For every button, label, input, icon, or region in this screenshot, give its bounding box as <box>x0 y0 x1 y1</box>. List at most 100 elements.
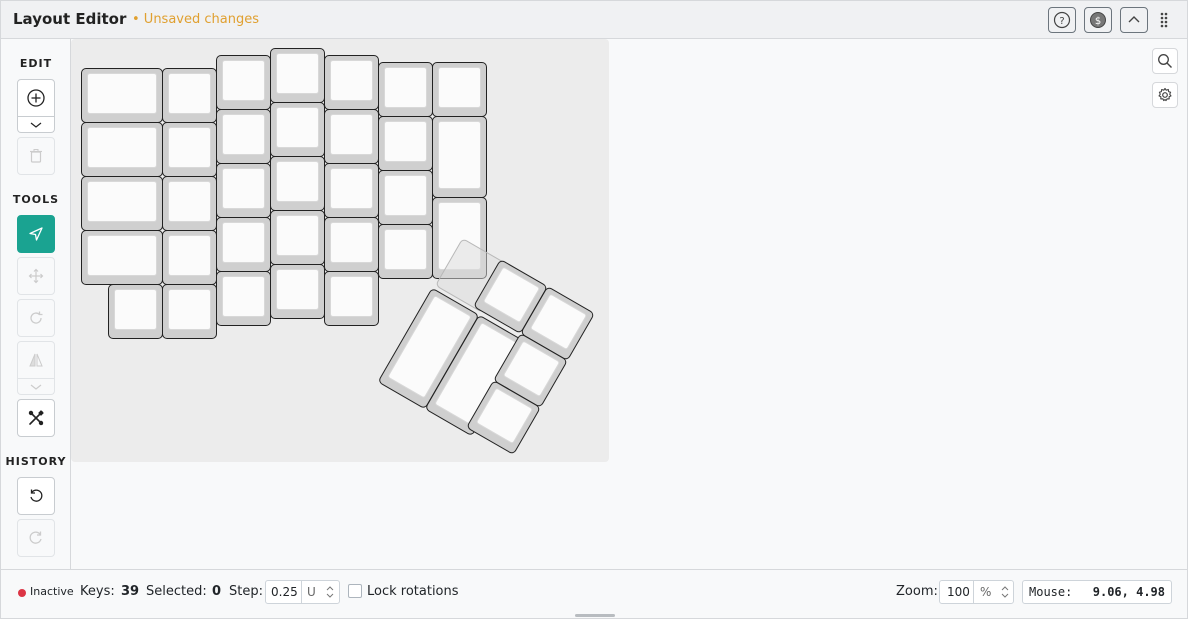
key[interactable] <box>378 62 433 117</box>
key[interactable] <box>162 68 217 123</box>
zoom-value: 100 <box>947 585 970 599</box>
stepper-icon[interactable] <box>999 584 1011 600</box>
edit-section-label: EDIT <box>19 57 53 70</box>
zoom-unit: % <box>980 585 992 599</box>
select-tool-button[interactable] <box>17 215 55 253</box>
mouse-value: 9.06, 4.98 <box>1092 585 1165 599</box>
status-state: Inactive <box>30 585 74 598</box>
svg-text:?: ? <box>1059 16 1064 27</box>
key[interactable] <box>270 102 325 157</box>
svg-text:$: $ <box>1095 16 1101 27</box>
undo-icon <box>30 489 43 502</box>
lock-rotations-label: Lock rotations <box>367 584 459 599</box>
redo-button[interactable] <box>17 519 55 557</box>
key[interactable] <box>378 170 433 225</box>
layout-canvas[interactable] <box>71 39 609 462</box>
mouse-coordinates: Mouse: 9.06, 4.98 <box>1022 580 1172 604</box>
search-button[interactable] <box>1152 48 1178 74</box>
status-bar: Inactive Keys: 39 Selected: 0 Step: 0.25… <box>1 569 1187 613</box>
rotate-tool-button[interactable] <box>17 299 55 337</box>
key[interactable] <box>432 116 487 198</box>
move-icon <box>28 268 44 284</box>
key[interactable] <box>216 55 271 110</box>
key[interactable] <box>216 109 271 164</box>
rotate-icon <box>30 311 43 324</box>
keys-label: Keys: <box>80 584 115 599</box>
help-icon: ? <box>1053 11 1071 29</box>
key[interactable] <box>324 163 379 218</box>
divider <box>301 581 302 603</box>
divider <box>973 581 974 603</box>
mouse-label: Mouse: <box>1029 585 1073 599</box>
help-button[interactable]: ? <box>1048 7 1076 33</box>
step-value: 0.25 <box>271 585 298 599</box>
mirror-tool-button[interactable] <box>17 341 55 379</box>
add-circle-icon <box>27 89 45 107</box>
key[interactable] <box>81 68 163 123</box>
key[interactable] <box>81 230 163 285</box>
key[interactable] <box>216 217 271 272</box>
key[interactable] <box>270 264 325 319</box>
settings-button[interactable] <box>1152 82 1178 108</box>
sponsor-button[interactable]: $ <box>1084 7 1112 33</box>
key[interactable] <box>270 48 325 103</box>
key[interactable] <box>108 284 163 339</box>
key[interactable] <box>324 109 379 164</box>
lock-rotations-checkbox[interactable] <box>348 584 362 598</box>
key[interactable] <box>81 176 163 231</box>
layout-editor-app: Layout Editor • Unsaved changes ? $ EDIT <box>0 0 1188 619</box>
step-input[interactable]: 0.25 U <box>265 580 340 604</box>
key[interactable] <box>324 271 379 326</box>
add-key-dropdown[interactable] <box>17 117 55 133</box>
trash-icon <box>30 149 42 163</box>
selected-label: Selected: <box>146 584 207 599</box>
step-label: Step: <box>229 584 263 599</box>
key[interactable] <box>378 224 433 279</box>
header-bar: Layout Editor • Unsaved changes ? $ <box>1 1 1187 39</box>
status-dot <box>18 589 26 597</box>
keys-count: 39 <box>121 584 140 599</box>
drag-handle-icon[interactable] <box>1159 11 1169 29</box>
key[interactable] <box>270 210 325 265</box>
key[interactable] <box>162 176 217 231</box>
search-icon <box>1158 54 1172 68</box>
key[interactable] <box>162 122 217 177</box>
mirror-dropdown[interactable] <box>17 379 55 395</box>
selected-count: 0 <box>212 584 222 599</box>
key[interactable] <box>216 271 271 326</box>
toolbar-sidebar: EDIT TOOLS HISTORY <box>1 39 71 569</box>
key[interactable] <box>216 163 271 218</box>
key[interactable] <box>324 217 379 272</box>
resize-handle[interactable] <box>575 614 615 617</box>
collapse-button[interactable] <box>1120 7 1148 33</box>
mirror-icon <box>29 353 43 367</box>
key[interactable] <box>162 230 217 285</box>
key[interactable] <box>162 284 217 339</box>
key[interactable] <box>432 62 487 117</box>
key[interactable] <box>270 156 325 211</box>
add-key-button[interactable] <box>17 79 55 117</box>
stepper-icon[interactable] <box>324 584 336 600</box>
key[interactable] <box>81 122 163 177</box>
zoom-input[interactable]: 100 % <box>939 580 1014 604</box>
sponsor-icon: $ <box>1090 12 1106 28</box>
zoom-label: Zoom: <box>896 584 938 599</box>
tools-section-label: TOOLS <box>12 193 60 206</box>
chevron-up-icon <box>1128 16 1140 23</box>
page-title: Layout Editor <box>13 10 127 28</box>
unsaved-indicator: • Unsaved changes <box>132 12 259 27</box>
chevron-down-icon <box>30 122 42 128</box>
key[interactable] <box>378 116 433 171</box>
gear-icon <box>1158 87 1172 102</box>
delete-button[interactable] <box>17 137 55 175</box>
pointer-icon <box>29 227 43 241</box>
undo-button[interactable] <box>17 477 55 515</box>
tools-icon <box>28 410 44 426</box>
tools-button[interactable] <box>17 399 55 437</box>
key[interactable] <box>324 55 379 110</box>
move-tool-button[interactable] <box>17 257 55 295</box>
chevron-down-icon <box>30 384 42 390</box>
history-section-label: HISTORY <box>5 455 67 468</box>
redo-icon <box>29 531 42 544</box>
step-unit: U <box>307 585 316 599</box>
